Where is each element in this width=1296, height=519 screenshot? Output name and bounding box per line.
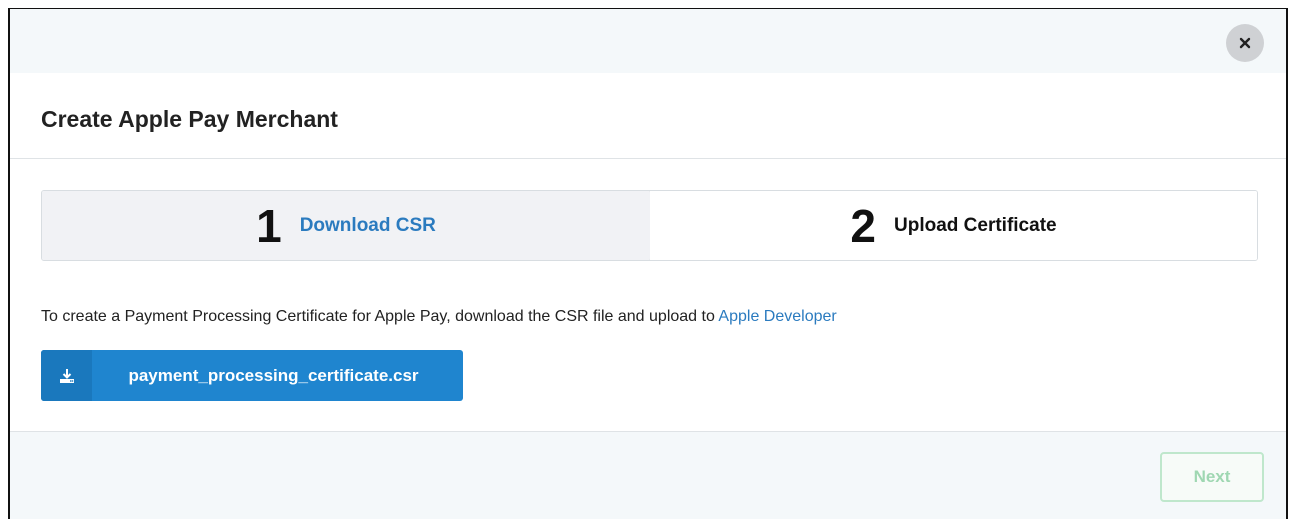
step-download-csr[interactable]: 1 Download CSR	[42, 191, 650, 260]
close-icon	[1239, 37, 1251, 49]
step-upload-certificate[interactable]: 2 Upload Certificate	[650, 191, 1257, 260]
instructions-text: To create a Payment Processing Certifica…	[41, 308, 837, 326]
apple-developer-link[interactable]: Apple Developer	[718, 308, 836, 325]
step-label: Upload Certificate	[894, 214, 1057, 236]
modal-footer: Next	[10, 431, 1286, 519]
instructions-body: To create a Payment Processing Certifica…	[41, 308, 719, 325]
download-csr-button[interactable]: payment_processing_certificate.csr	[41, 350, 463, 401]
stepper: 1 Download CSR 2 Upload Certificate	[41, 190, 1258, 261]
close-button[interactable]	[1226, 24, 1264, 62]
download-filename: payment_processing_certificate.csr	[128, 365, 419, 385]
modal-top-bar	[10, 9, 1286, 73]
download-icon-box	[41, 350, 92, 401]
modal-title: Create Apple Pay Merchant	[41, 106, 338, 132]
next-button[interactable]: Next	[1160, 452, 1264, 502]
download-icon	[59, 368, 74, 383]
step-number: 2	[850, 199, 876, 252]
step-label[interactable]: Download CSR	[300, 215, 436, 237]
step-number: 1	[256, 199, 282, 252]
modal-header: Create Apple Pay Merchant	[10, 73, 1286, 159]
create-merchant-modal: Create Apple Pay Merchant 1 Download CSR…	[8, 8, 1288, 519]
